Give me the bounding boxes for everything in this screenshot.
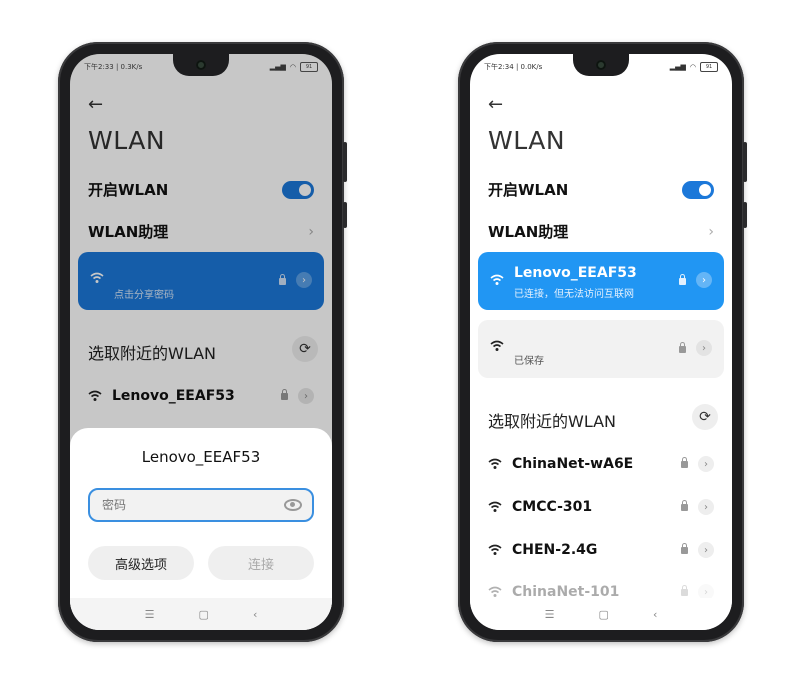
- enable-wlan-row[interactable]: 开启WLAN: [488, 179, 714, 200]
- menu-icon[interactable]: ☰: [145, 608, 155, 621]
- lock-icon: [681, 584, 688, 596]
- network-detail-button[interactable]: ›: [698, 542, 714, 558]
- network-name: ChinaNet-wA6E: [512, 456, 634, 472]
- saved-network-card[interactable]: 已保存 ›: [478, 320, 724, 378]
- left-phone: 下午2:33 | 0.3K/s ▂▄▆ ◠ 91 ← WLAN 开启WLAN W…: [58, 42, 347, 642]
- wifi-status-icon: ◠: [689, 63, 696, 71]
- lock-icon: [679, 274, 686, 285]
- signal-icon: ▂▄▆: [669, 63, 686, 71]
- network-detail-button[interactable]: ›: [698, 456, 714, 472]
- home-icon[interactable]: ▢: [199, 608, 209, 621]
- wlan-assistant-label: WLAN助理: [488, 223, 569, 241]
- nearby-section-title: 选取附近的WLAN: [488, 412, 617, 431]
- wlan-assistant-row[interactable]: WLAN助理 ›: [488, 221, 714, 242]
- network-row[interactable]: CHEN-2.4G ›: [488, 538, 714, 562]
- front-camera: [596, 60, 606, 70]
- connect-button[interactable]: 连接: [208, 546, 314, 580]
- power-button: [743, 202, 747, 228]
- wifi-icon: [488, 501, 502, 512]
- volume-button: [743, 142, 747, 182]
- network-name: CMCC-301: [512, 499, 593, 515]
- connection-status: 已连接，但无法访问互联网: [514, 289, 634, 300]
- status-time-speed: 下午2:34 | 0.0K/s: [484, 63, 543, 71]
- volume-button: [343, 142, 347, 182]
- battery-icon: 91: [300, 62, 318, 72]
- network-detail-button[interactable]: ›: [696, 340, 712, 356]
- notch: [573, 54, 629, 76]
- connected-network-name: Lenovo_EEAF53: [514, 265, 637, 281]
- wifi-icon: [490, 340, 504, 351]
- advanced-options-button[interactable]: 高级选项: [88, 546, 194, 580]
- right-phone: 下午2:34 | 0.0K/s ▂▄▆ ◠ 91 ← WLAN 开启WLAN W…: [458, 42, 747, 642]
- network-detail-button[interactable]: ›: [698, 499, 714, 515]
- refresh-icon[interactable]: ⟳: [692, 404, 718, 430]
- dialog-title: Lenovo_EEAF53: [141, 448, 261, 466]
- chevron-right-icon: ›: [708, 223, 714, 240]
- back-icon[interactable]: ‹: [253, 608, 257, 621]
- page-title: WLAN: [488, 126, 566, 155]
- password-input[interactable]: [100, 497, 284, 513]
- battery-icon: 91: [700, 62, 718, 72]
- wifi-icon: [488, 544, 502, 555]
- wifi-icon: [488, 458, 502, 469]
- saved-status: 已保存: [514, 356, 544, 367]
- network-row[interactable]: CMCC-301 ›: [488, 495, 714, 519]
- front-camera: [196, 60, 206, 70]
- lock-icon: [679, 342, 686, 353]
- lock-icon: [681, 499, 688, 511]
- home-icon[interactable]: ▢: [599, 608, 609, 621]
- lock-icon: [681, 542, 688, 554]
- back-icon[interactable]: ‹: [653, 608, 657, 621]
- power-button: [343, 202, 347, 228]
- status-time-speed: 下午2:33 | 0.3K/s: [84, 63, 143, 71]
- notch: [173, 54, 229, 76]
- connected-network-card[interactable]: Lenovo_EEAF53 已连接，但无法访问互联网 ›: [478, 252, 724, 310]
- wifi-icon: [490, 274, 504, 285]
- wifi-icon: [488, 586, 502, 597]
- left-screen: 下午2:33 | 0.3K/s ▂▄▆ ◠ 91 ← WLAN 开启WLAN W…: [70, 54, 332, 630]
- signal-icon: ▂▄▆: [269, 63, 286, 71]
- wifi-status-icon: ◠: [289, 63, 296, 71]
- eye-icon[interactable]: [284, 499, 302, 511]
- back-arrow-icon[interactable]: ←: [488, 94, 503, 115]
- lock-icon: [681, 456, 688, 468]
- network-detail-button[interactable]: ›: [696, 272, 712, 288]
- nav-bar: ☰ ▢ ‹: [70, 598, 332, 630]
- network-name: CHEN-2.4G: [512, 542, 598, 558]
- wlan-toggle[interactable]: [682, 180, 714, 199]
- menu-icon[interactable]: ☰: [545, 608, 555, 621]
- toggle-knob: [699, 183, 711, 196]
- password-field[interactable]: [88, 488, 314, 522]
- network-row[interactable]: ChinaNet-wA6E ›: [488, 452, 714, 476]
- nav-bar: ☰ ▢ ‹: [470, 598, 732, 630]
- enable-wlan-label: 开启WLAN: [488, 181, 569, 199]
- right-screen: 下午2:34 | 0.0K/s ▂▄▆ ◠ 91 ← WLAN 开启WLAN W…: [470, 54, 732, 630]
